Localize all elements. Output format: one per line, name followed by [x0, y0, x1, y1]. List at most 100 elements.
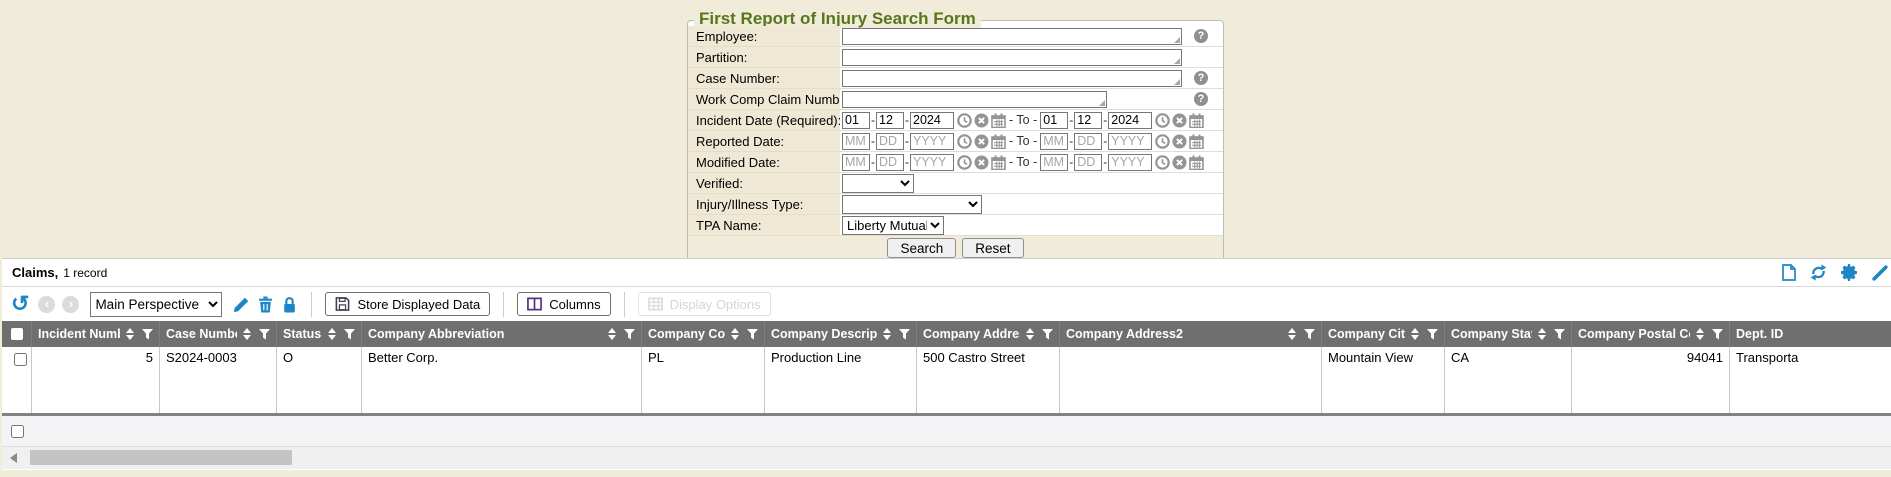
- clear-icon[interactable]: [1172, 113, 1187, 128]
- display-options-button[interactable]: Display Options: [638, 292, 771, 316]
- modified-date-from-month[interactable]: [842, 154, 870, 171]
- time-icon[interactable]: [1155, 134, 1170, 149]
- select-all-checkbox[interactable]: [11, 328, 23, 340]
- modified-date-to-month[interactable]: [1040, 154, 1068, 171]
- incident-date-to-month[interactable]: [1040, 112, 1068, 129]
- help-icon[interactable]: ?: [1194, 29, 1208, 43]
- calendar-icon[interactable]: [991, 113, 1006, 128]
- clear-icon[interactable]: [1172, 134, 1187, 149]
- gear-icon[interactable]: [1841, 264, 1858, 281]
- tpa-name-select[interactable]: Liberty Mutual: [842, 216, 944, 235]
- reported-date-from-year[interactable]: [910, 133, 954, 150]
- help-icon[interactable]: ?: [1194, 92, 1208, 106]
- sort-icon[interactable]: [883, 328, 891, 340]
- sort-icon[interactable]: [243, 328, 251, 340]
- calendar-icon[interactable]: [991, 155, 1006, 170]
- incident-date-to-year[interactable]: [1108, 112, 1152, 129]
- incident-date-to-day[interactable]: [1074, 112, 1102, 129]
- reported-date-to-day[interactable]: [1074, 133, 1102, 150]
- sort-icon[interactable]: [1026, 328, 1034, 340]
- employee-input[interactable]: [842, 28, 1182, 45]
- delete-perspective-icon[interactable]: [257, 296, 274, 313]
- sort-icon[interactable]: [328, 328, 336, 340]
- clear-icon[interactable]: [1172, 155, 1187, 170]
- reported-date-from-day[interactable]: [876, 133, 904, 150]
- filter-icon[interactable]: [1554, 329, 1565, 340]
- header-dept-id[interactable]: Dept. ID: [1730, 321, 1891, 347]
- filter-icon[interactable]: [344, 329, 355, 340]
- undo-icon[interactable]: ↺: [11, 293, 29, 315]
- header-company-postal-code[interactable]: Company Postal Code: [1572, 321, 1730, 347]
- sort-icon[interactable]: [1696, 328, 1704, 340]
- header-incident-number[interactable]: Incident Number: [32, 321, 160, 347]
- time-icon[interactable]: [1155, 113, 1170, 128]
- clipped-edge-icon[interactable]: [1872, 264, 1889, 281]
- edit-perspective-icon[interactable]: [233, 296, 250, 313]
- time-icon[interactable]: [957, 113, 972, 128]
- sort-icon[interactable]: [1288, 328, 1296, 340]
- header-company-code[interactable]: Company Code: [642, 321, 765, 347]
- work-comp-claim-number-input[interactable]: [842, 91, 1107, 108]
- filter-icon[interactable]: [624, 329, 635, 340]
- calendar-icon[interactable]: [1189, 113, 1204, 128]
- header-company-city[interactable]: Company City: [1322, 321, 1445, 347]
- partition-input[interactable]: [842, 49, 1182, 66]
- reset-button[interactable]: Reset: [962, 238, 1023, 258]
- filter-icon[interactable]: [259, 329, 270, 340]
- filter-icon[interactable]: [142, 329, 153, 340]
- modified-date-from-day[interactable]: [876, 154, 904, 171]
- filter-icon[interactable]: [899, 329, 910, 340]
- sort-icon[interactable]: [731, 328, 739, 340]
- header-company-description[interactable]: Company Description: [765, 321, 917, 347]
- calendar-icon[interactable]: [991, 134, 1006, 149]
- footer-checkbox[interactable]: [11, 425, 24, 438]
- time-icon[interactable]: [957, 155, 972, 170]
- sort-icon[interactable]: [1538, 328, 1546, 340]
- modified-date-to-year[interactable]: [1108, 154, 1152, 171]
- columns-button[interactable]: Columns: [517, 292, 610, 316]
- clear-icon[interactable]: [974, 155, 989, 170]
- store-displayed-data-button[interactable]: Store Displayed Data: [325, 292, 490, 316]
- reported-date-to-year[interactable]: [1108, 133, 1152, 150]
- prev-perspective-icon[interactable]: ‹: [38, 296, 55, 313]
- header-company-address1[interactable]: Company Address1: [917, 321, 1060, 347]
- header-status[interactable]: Status: [277, 321, 362, 347]
- calendar-icon[interactable]: [1189, 134, 1204, 149]
- search-button[interactable]: Search: [887, 238, 956, 258]
- clear-icon[interactable]: [974, 134, 989, 149]
- incident-date-from-year[interactable]: [910, 112, 954, 129]
- next-perspective-icon[interactable]: ›: [62, 296, 79, 313]
- header-company-abbreviation[interactable]: Company Abbreviation: [362, 321, 642, 347]
- new-document-icon[interactable]: [1782, 264, 1796, 281]
- time-icon[interactable]: [1155, 155, 1170, 170]
- horizontal-scrollbar[interactable]: [2, 447, 1891, 469]
- scrollbar-thumb[interactable]: [30, 450, 292, 465]
- header-case-number[interactable]: Case Number: [160, 321, 277, 347]
- sort-icon[interactable]: [126, 328, 134, 340]
- case-number-input[interactable]: [842, 70, 1182, 87]
- filter-icon[interactable]: [1304, 329, 1315, 340]
- select-all-header-cell[interactable]: [2, 321, 32, 347]
- incident-date-from-month[interactable]: [842, 112, 870, 129]
- filter-icon[interactable]: [1427, 329, 1438, 340]
- claims-table-row[interactable]: 5 S2024-0003 O Better Corp. PL Productio…: [2, 347, 1891, 413]
- time-icon[interactable]: [957, 134, 972, 149]
- perspective-select[interactable]: Main Perspective: [90, 292, 222, 317]
- filter-icon[interactable]: [747, 329, 758, 340]
- filter-icon[interactable]: [1712, 329, 1723, 340]
- modified-date-from-year[interactable]: [910, 154, 954, 171]
- reported-date-to-month[interactable]: [1040, 133, 1068, 150]
- header-company-state[interactable]: Company State: [1445, 321, 1572, 347]
- incident-date-from-day[interactable]: [876, 112, 904, 129]
- clear-icon[interactable]: [974, 113, 989, 128]
- calendar-icon[interactable]: [1189, 155, 1204, 170]
- sort-icon[interactable]: [608, 328, 616, 340]
- verified-select[interactable]: [842, 174, 914, 193]
- injury-illness-type-select[interactable]: [842, 195, 982, 214]
- refresh-icon[interactable]: [1810, 264, 1827, 281]
- sort-icon[interactable]: [1411, 328, 1419, 340]
- header-company-address2[interactable]: Company Address2: [1060, 321, 1322, 347]
- help-icon[interactable]: ?: [1194, 71, 1208, 85]
- filter-icon[interactable]: [1042, 329, 1053, 340]
- row-checkbox[interactable]: [14, 353, 27, 366]
